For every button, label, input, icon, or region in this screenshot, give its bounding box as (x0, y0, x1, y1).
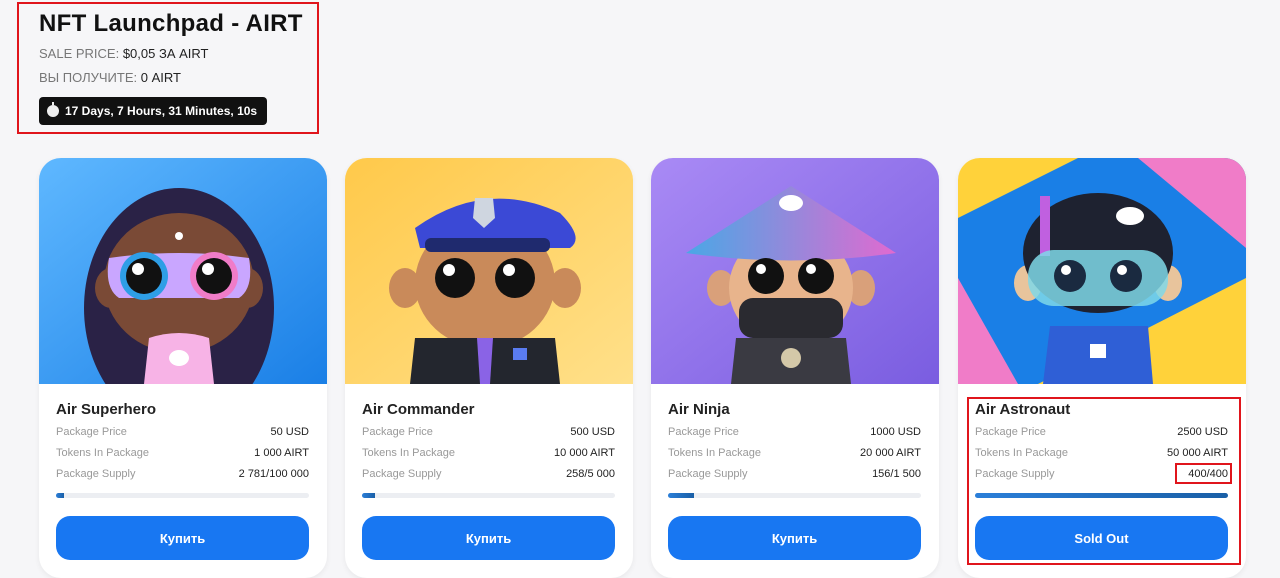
tokens-value: 1 000 AIRT (254, 447, 309, 459)
supply-progress-bar (56, 493, 309, 498)
tokens-row: Tokens In Package 10 000 AIRT (362, 447, 615, 459)
tokens-row: Tokens In Package 50 000 AIRT (975, 447, 1228, 459)
price-value: 1000 USD (870, 426, 921, 438)
supply-label: Package Supply (975, 468, 1055, 480)
nft-card-commander: Air Commander Package Price 500 USD Token… (345, 158, 633, 578)
nft-name: Air Astronaut (975, 401, 1071, 418)
supply-value: 258/5 000 (566, 468, 615, 480)
supply-row: Package Supply 400/400 (975, 468, 1228, 480)
sale-price-line: SALE PRICE: $0,05 ЗА AIRT (39, 46, 208, 61)
price-row: Package Price 50 USD (56, 426, 309, 438)
tokens-label: Tokens In Package (362, 447, 455, 459)
price-label: Package Price (668, 426, 739, 438)
supply-row: Package Supply 258/5 000 (362, 468, 615, 480)
receive-label: ВЫ ПОЛУЧИТЕ: (39, 70, 138, 85)
price-row: Package Price 1000 USD (668, 426, 921, 438)
supply-row: Package Supply 156/1 500 (668, 468, 921, 480)
price-label: Package Price (56, 426, 127, 438)
supply-label: Package Supply (56, 468, 136, 480)
nft-image-commander (345, 158, 633, 384)
price-label: Package Price (975, 426, 1046, 438)
supply-progress-fill (362, 493, 376, 498)
supply-progress-fill (56, 493, 64, 498)
nft-card-astronaut: Air Astronaut Package Price 2500 USD Toke… (958, 158, 1246, 578)
buy-button[interactable]: Купить (56, 516, 309, 560)
timer-text: 17 Days, 7 Hours, 31 Minutes, 10s (65, 104, 258, 118)
nft-name: Air Commander (362, 401, 475, 418)
tokens-label: Tokens In Package (668, 447, 761, 459)
supply-progress-fill (668, 493, 695, 498)
stopwatch-icon (47, 102, 59, 117)
nft-image-astronaut (958, 158, 1246, 384)
supply-progress-bar (975, 493, 1228, 498)
supply-progress-fill (975, 493, 1228, 498)
price-value: 500 USD (570, 426, 615, 438)
sale-price-value: $0,05 ЗА AIRT (122, 46, 209, 61)
nft-image-superhero (39, 158, 327, 384)
nft-name: Air Superhero (56, 401, 157, 418)
tokens-row: Tokens In Package 1 000 AIRT (56, 447, 309, 459)
supply-value: 400/400 (1188, 468, 1228, 480)
tokens-row: Tokens In Package 20 000 AIRT (668, 447, 921, 459)
price-label: Package Price (362, 426, 433, 438)
supply-progress-bar (668, 493, 921, 498)
price-row: Package Price 500 USD (362, 426, 615, 438)
nft-card-ninja: Air Ninja Package Price 1000 USD Tokens I… (651, 158, 939, 578)
supply-value: 2 781/100 000 (238, 468, 309, 480)
supply-progress-bar (362, 493, 615, 498)
tokens-label: Tokens In Package (975, 447, 1068, 459)
sale-price-label: SALE PRICE: (39, 46, 120, 61)
receive-value: 0 AIRT (140, 70, 181, 85)
buy-button[interactable]: Купить (668, 516, 921, 560)
receive-line: ВЫ ПОЛУЧИТЕ: 0 AIRT (39, 70, 181, 85)
nft-name: Air Ninja (668, 401, 730, 418)
buy-button[interactable]: Купить (362, 516, 615, 560)
tokens-value: 50 000 AIRT (1167, 447, 1228, 459)
price-value: 2500 USD (1177, 426, 1228, 438)
tokens-label: Tokens In Package (56, 447, 149, 459)
supply-value: 156/1 500 (872, 468, 921, 480)
nft-card-superhero: Air Superhero Package Price 50 USD Tokens… (39, 158, 327, 578)
sold-out-button[interactable]: Sold Out (975, 516, 1228, 560)
nft-image-ninja (651, 158, 939, 384)
tokens-value: 20 000 AIRT (860, 447, 921, 459)
supply-label: Package Supply (668, 468, 748, 480)
price-row: Package Price 2500 USD (975, 426, 1228, 438)
countdown-timer: 17 Days, 7 Hours, 31 Minutes, 10s (39, 97, 268, 125)
price-value: 50 USD (270, 426, 309, 438)
supply-label: Package Supply (362, 468, 442, 480)
supply-row: Package Supply 2 781/100 000 (56, 468, 309, 480)
page-title: NFT Launchpad - AIRT (39, 10, 303, 37)
tokens-value: 10 000 AIRT (554, 447, 615, 459)
